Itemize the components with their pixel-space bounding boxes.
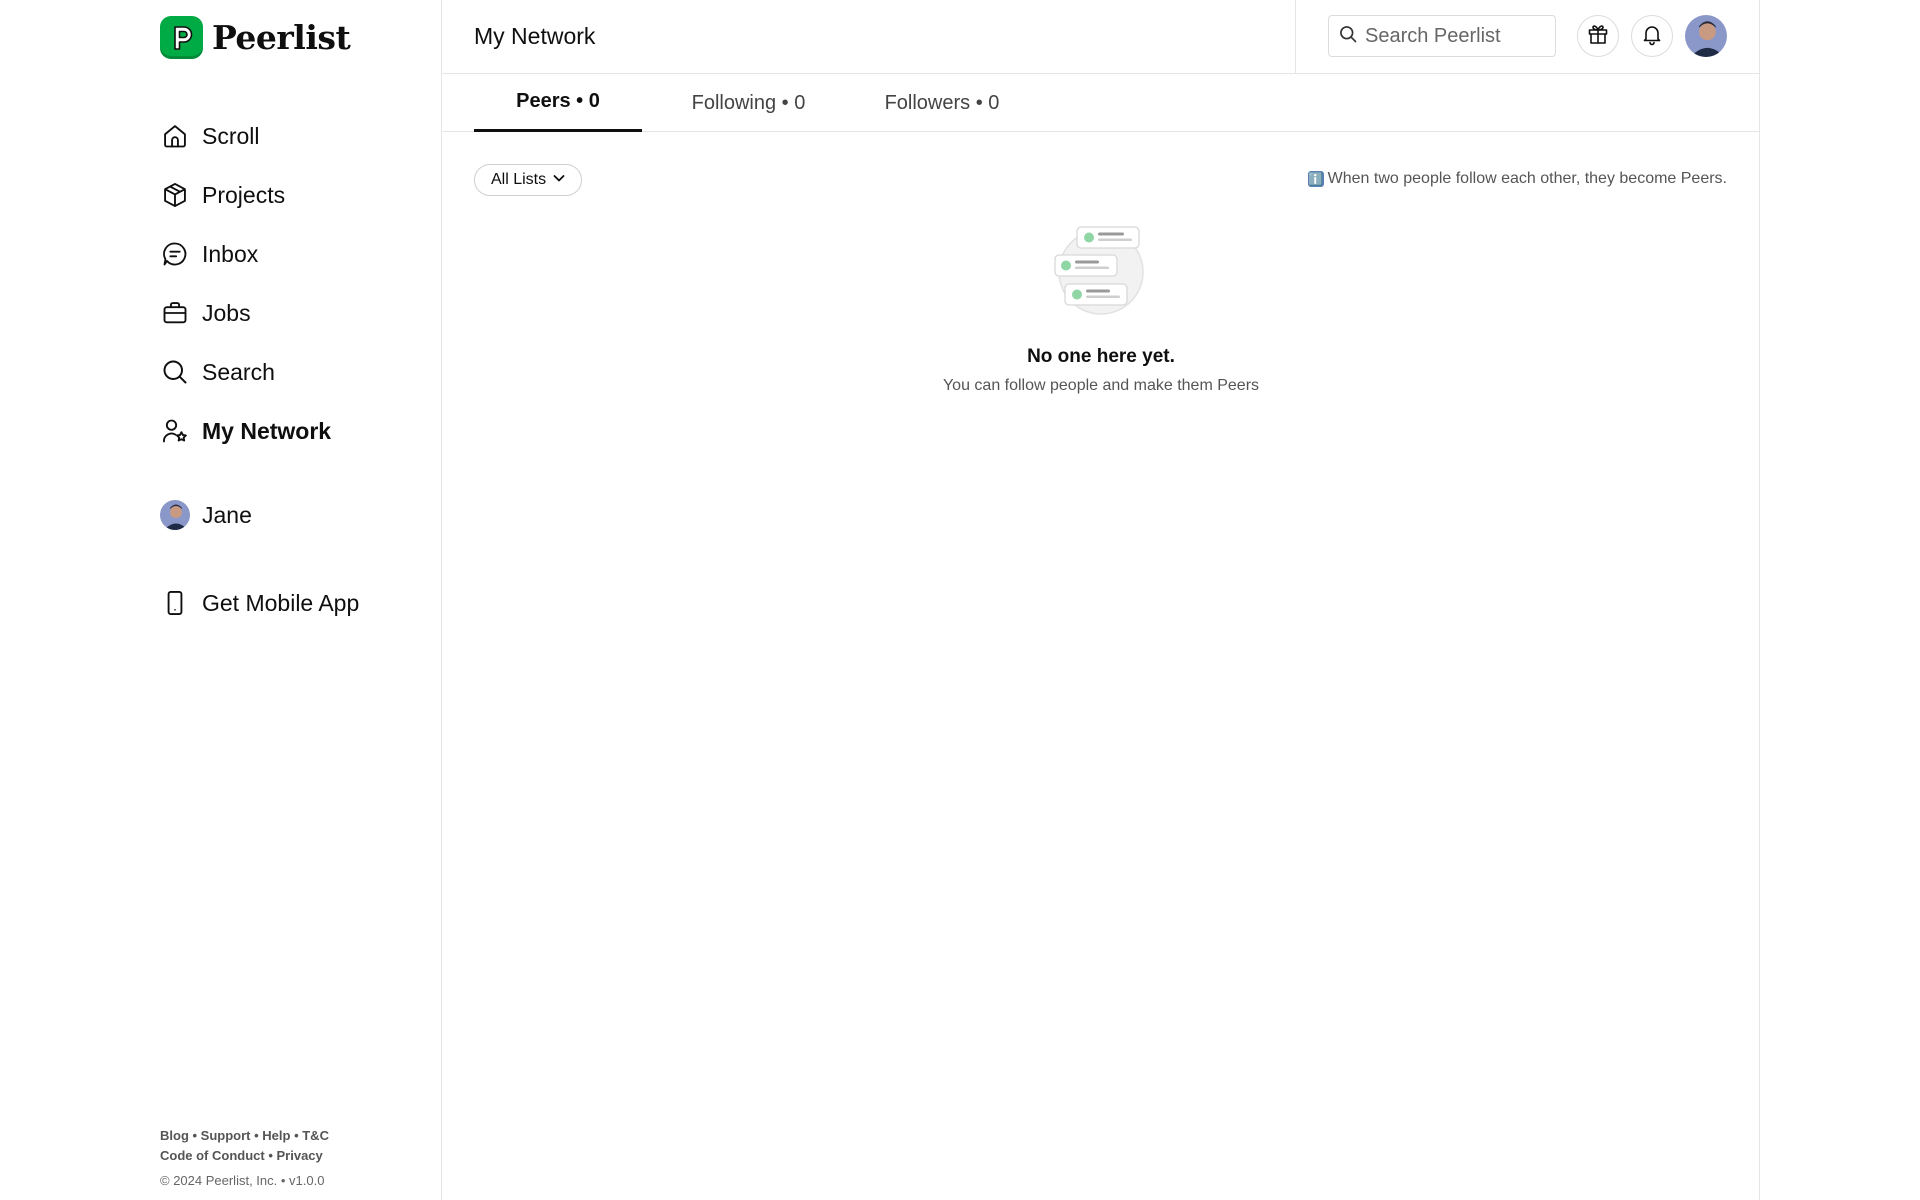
empty-state: No one here yet. You can follow people a…	[442, 224, 1760, 395]
footer-link-blog[interactable]: Blog	[160, 1128, 189, 1143]
all-lists-dropdown[interactable]: All Lists	[474, 164, 583, 196]
logo-wordmark: Peerlist	[212, 18, 351, 57]
footer-link-code-of-conduct[interactable]: Code of Conduct	[160, 1148, 265, 1163]
search-input[interactable]	[1365, 24, 1545, 48]
empty-state-title: No one here yet.	[1027, 346, 1175, 367]
sidebar-item-label: Jobs	[202, 299, 251, 326]
sidebar-item-label: Projects	[202, 181, 286, 208]
sidebar-item-label: My Network	[202, 417, 332, 444]
tab-followers[interactable]: Followers • 0	[862, 74, 1022, 132]
all-lists-label: All Lists	[491, 171, 547, 188]
avatar	[160, 500, 190, 530]
footer-link-privacy[interactable]: Privacy	[277, 1148, 323, 1163]
footer-link-support[interactable]: Support	[201, 1128, 251, 1143]
network-tabs: Peers • 0 Following • 0 Followers • 0	[442, 74, 1760, 132]
footer-separator: •	[264, 1148, 277, 1163]
home-icon	[160, 121, 190, 151]
logo-mark-icon	[160, 16, 203, 59]
tab-peers[interactable]: Peers • 0	[474, 74, 642, 132]
bell-icon	[1640, 22, 1664, 51]
search-box[interactable]	[1328, 15, 1556, 57]
sidebar-footer: Blog • Support • Help • T&C Code of Cond…	[160, 1126, 329, 1188]
page-title: My Network	[474, 23, 596, 49]
footer-link-help[interactable]: Help	[262, 1128, 290, 1143]
get-mobile-app-label: Get Mobile App	[202, 589, 360, 616]
peers-info-note: ℹ️ When two people follow each other, th…	[1307, 170, 1727, 188]
user-avatar-button[interactable]	[1685, 15, 1727, 57]
profile-name: Jane	[202, 501, 252, 528]
get-mobile-app-link[interactable]: Get Mobile App	[160, 588, 359, 618]
search-icon	[160, 357, 190, 387]
gift-icon	[1586, 22, 1610, 51]
info-note-text: When two people follow each other, they …	[1327, 170, 1727, 187]
footer-copyright: © 2024 Peerlist, Inc. • v1.0.0	[160, 1173, 325, 1188]
chat-icon	[160, 239, 190, 269]
phone-icon	[160, 588, 190, 618]
sidebar-item-jobs[interactable]: Jobs	[160, 293, 331, 333]
top-bar: My Network	[442, 0, 1760, 74]
network-icon	[160, 416, 190, 446]
cube-icon	[160, 180, 190, 210]
sidebar-item-label: Inbox	[202, 240, 259, 267]
peerlist-logo[interactable]: Peerlist	[160, 16, 351, 59]
search-icon	[1338, 24, 1358, 49]
sidebar-item-inbox[interactable]: Inbox	[160, 234, 331, 274]
sidebar: Peerlist Scroll Projects Inbox Jobs Sear…	[0, 0, 442, 1200]
info-icon: ℹ️	[1307, 171, 1324, 187]
sidebar-item-search[interactable]: Search	[160, 352, 331, 392]
footer-separator: •	[188, 1128, 201, 1143]
sidebar-item-my-network[interactable]: My Network	[160, 411, 331, 451]
avatar	[1685, 15, 1727, 57]
sidebar-item-scroll[interactable]: Scroll	[160, 116, 331, 156]
footer-separator: •	[250, 1128, 263, 1143]
tab-following[interactable]: Following • 0	[671, 74, 826, 132]
gift-button[interactable]	[1577, 15, 1619, 57]
sidebar-nav: Scroll Projects Inbox Jobs Search My Net…	[160, 116, 331, 470]
sidebar-item-label: Search	[202, 358, 275, 385]
footer-links-line1: Blog • Support • Help • T&C	[160, 1126, 329, 1146]
sidebar-item-label: Scroll	[202, 122, 260, 149]
footer-link-tc[interactable]: T&C	[302, 1128, 329, 1143]
sidebar-item-projects[interactable]: Projects	[160, 175, 331, 215]
main-content: My Network Search Peerlist Peers • 0 Fol…	[442, 0, 1760, 1200]
sidebar-item-profile[interactable]: Jane	[160, 500, 252, 530]
empty-state-subtitle: You can follow people and make them Peer…	[942, 377, 1260, 394]
footer-links-line2: Code of Conduct • Privacy	[160, 1146, 329, 1166]
footer-separator: •	[290, 1128, 303, 1143]
notifications-button[interactable]	[1631, 15, 1673, 57]
topbar-divider	[1295, 0, 1296, 74]
empty-state-illustration	[1054, 226, 1144, 315]
chevron-down-icon	[551, 170, 567, 191]
briefcase-icon	[160, 298, 190, 328]
